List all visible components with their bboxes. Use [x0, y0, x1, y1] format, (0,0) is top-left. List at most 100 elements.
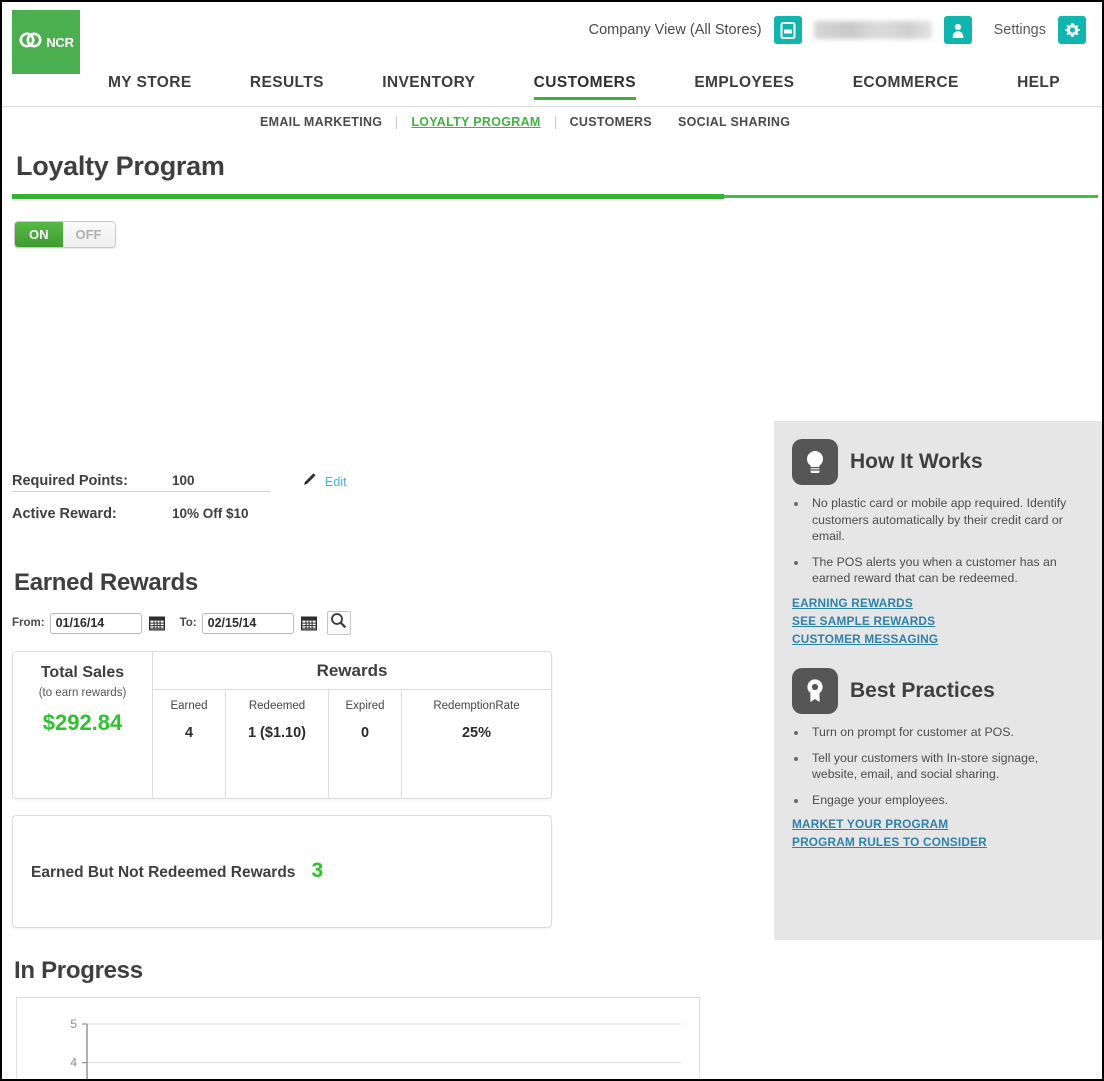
column-header-redemption-rate: RedemptionRate [433, 700, 520, 712]
list-item: The POS alerts you when a customer has a… [808, 554, 1084, 587]
how-it-works-bullets: No plastic card or mobile app required. … [792, 495, 1084, 587]
cell-value-redemption-rate: 25% [461, 725, 492, 741]
required-points-value: 100 [172, 473, 195, 488]
table-cell-earned: Earned 4 [153, 690, 226, 798]
sub-navigation: EMAIL MARKETING LOYALTY PROGRAM CUSTOMER… [2, 107, 1102, 137]
company-view-label[interactable]: Company View (All Stores) [589, 22, 762, 38]
not-redeemed-card: Earned But Not Redeemed Rewards 3 [12, 815, 552, 928]
list-item: Engage your employees. [808, 792, 1084, 809]
list-item: No plastic card or mobile app required. … [808, 495, 1084, 545]
svg-text:4: 4 [70, 1056, 77, 1070]
total-sales-column: Total Sales (to earn rewards) $292.84 [13, 652, 153, 798]
link-program-rules-to-consider[interactable]: PROGRAM RULES TO CONSIDER [792, 835, 1084, 849]
lightbulb-icon [792, 439, 838, 485]
page-title: Loyalty Program [16, 151, 225, 181]
table-cell-expired: Expired 0 [329, 690, 402, 798]
column-header-redeemed: Redeemed [248, 700, 306, 712]
nav-item-results[interactable]: RESULTS [250, 74, 324, 100]
subnav-item-email-marketing[interactable]: EMAIL MARKETING [260, 115, 382, 129]
earned-rewards-heading: Earned Rewards [14, 569, 198, 596]
rewards-cells: Earned 4 Redeemed 1 ($1.10) Expired 0 Re… [153, 690, 551, 798]
title-divider-thick [12, 194, 724, 199]
nav-item-inventory[interactable]: INVENTORY [382, 74, 475, 100]
ncr-logo-text: NCR [46, 34, 74, 50]
how-it-works-title: How It Works [850, 450, 983, 473]
settings-label[interactable]: Settings [994, 22, 1046, 38]
app-header: NCR Company View (All Stores) Settings [2, 2, 1102, 74]
toggle-on-button[interactable]: ON [15, 222, 63, 247]
help-sidebar: How It Works No plastic card or mobile a… [774, 421, 1102, 940]
cell-value-earned: 4 [184, 725, 194, 741]
nav-item-ecommerce[interactable]: ECOMMERCE [853, 74, 959, 100]
table-cell-redemption-rate: RedemptionRate 25% [402, 690, 551, 798]
link-see-sample-rewards[interactable]: SEE SAMPLE REWARDS [792, 614, 1084, 628]
best-practices-header: Best Practices [792, 667, 1084, 714]
nav-item-help[interactable]: HELP [1017, 74, 1060, 100]
loyalty-program-toggle[interactable]: ON OFF [14, 221, 116, 248]
in-progress-chart-card: 012345102030405060708090100POINTSCUSTOME… [16, 997, 700, 1079]
ncr-logo-icon [18, 30, 44, 55]
user-icon[interactable] [943, 16, 972, 44]
svg-text:5: 5 [70, 1017, 77, 1031]
rewards-summary-table: Total Sales (to earn rewards) $292.84 Re… [12, 651, 552, 799]
store-icon[interactable] [773, 16, 802, 44]
gear-icon[interactable] [1058, 16, 1086, 44]
title-divider [2, 194, 1102, 201]
in-progress-heading: In Progress [14, 957, 143, 984]
table-cell-redeemed: Redeemed 1 ($1.10) [226, 690, 329, 798]
total-sales-title: Total Sales [40, 664, 125, 681]
not-redeemed-label: Earned But Not Redeemed Rewards [31, 864, 296, 881]
edit-required-points-button[interactable]: Edit [302, 472, 347, 492]
from-date-input[interactable] [49, 612, 142, 634]
not-redeemed-row: Earned But Not Redeemed Rewards 3 [31, 859, 323, 883]
to-date-input[interactable] [201, 612, 294, 634]
link-earning-rewards[interactable]: EARNING REWARDS [792, 596, 1084, 610]
toggle-off-button[interactable]: OFF [62, 222, 115, 247]
subnav-item-social-sharing[interactable]: SOCIAL SHARING [678, 115, 790, 129]
from-calendar-icon[interactable] [147, 613, 167, 633]
link-market-your-program[interactable]: MARKET YOUR PROGRAM [792, 817, 1084, 831]
search-icon [330, 612, 347, 634]
list-item: Turn on prompt for customer at POS. [808, 724, 1084, 741]
nav-item-customers[interactable]: CUSTOMERS [533, 74, 637, 100]
subnav-separator [396, 115, 398, 129]
rewards-column-group: Rewards Earned 4 Redeemed 1 ($1.10) Expi… [153, 652, 551, 798]
award-ribbon-icon [792, 667, 838, 714]
app-window: NCR Company View (All Stores) Settings M… [0, 0, 1104, 1081]
in-progress-bar-chart: 012345102030405060708090100POINTSCUSTOME… [70, 1017, 681, 1079]
required-points-underline [12, 491, 270, 492]
cell-value-redeemed: 1 ($1.10) [247, 725, 307, 741]
how-it-works-header: How It Works [792, 439, 1084, 485]
active-reward-value: 10% Off $10 [172, 506, 249, 521]
subnav-separator [554, 115, 556, 129]
search-button[interactable] [326, 611, 351, 635]
not-redeemed-value: 3 [311, 859, 324, 882]
main-navigation: MY STORE RESULTS INVENTORY CUSTOMERS EMP… [2, 74, 1102, 106]
to-label: To: [179, 617, 197, 629]
from-label: From: [12, 617, 45, 629]
header-right-group: Company View (All Stores) Settings [589, 14, 1086, 46]
best-practices-title: Best Practices [850, 678, 995, 702]
cell-value-expired: 0 [360, 725, 370, 741]
title-divider-thin [724, 195, 1098, 198]
nav-item-employees[interactable]: EMPLOYEES [694, 74, 794, 100]
edit-label[interactable]: Edit [325, 475, 347, 489]
subnav-item-customers[interactable]: CUSTOMERS [570, 115, 652, 129]
total-sales-value: $292.84 [42, 710, 123, 735]
required-points-label: Required Points: [12, 473, 129, 489]
active-reward-label: Active Reward: [12, 506, 117, 522]
link-customer-messaging[interactable]: CUSTOMER MESSAGING [792, 632, 1084, 646]
total-sales-subtitle: (to earn rewards) [38, 687, 127, 699]
nav-item-my-store[interactable]: MY STORE [108, 74, 192, 100]
to-calendar-icon[interactable] [299, 613, 319, 633]
account-name-redacted [813, 21, 932, 39]
active-reward-row: Active Reward: 10% Off $10 [12, 506, 249, 522]
required-points-row: Required Points: 100 [12, 473, 195, 489]
ncr-logo[interactable]: NCR [12, 10, 80, 74]
column-header-expired: Expired [345, 700, 385, 712]
best-practices-bullets: Turn on prompt for customer at POS. Tell… [792, 724, 1084, 808]
rewards-group-title: Rewards [153, 652, 551, 690]
list-item: Tell your customers with In-store signag… [808, 750, 1084, 783]
subnav-item-loyalty-program[interactable]: LOYALTY PROGRAM [411, 115, 540, 129]
date-range-filter: From: To: [12, 611, 351, 635]
